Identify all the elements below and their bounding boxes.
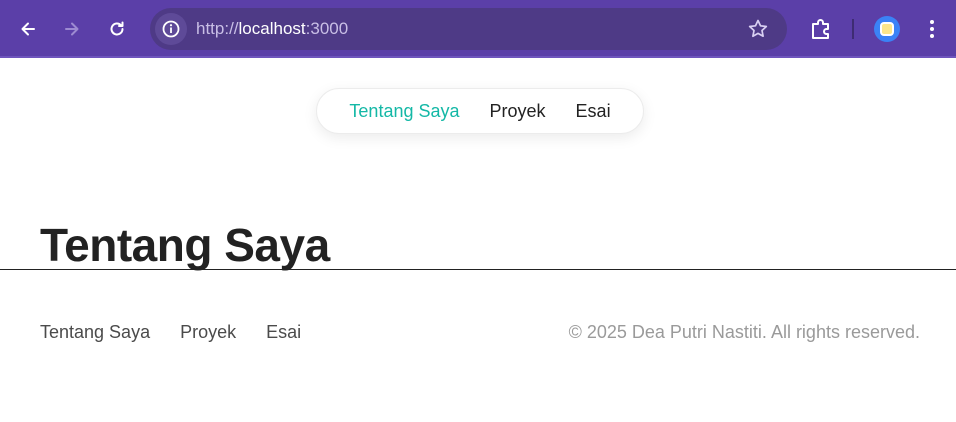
profile-avatar[interactable] <box>874 16 900 42</box>
page-viewport: Tentang Saya Proyek Esai Tentang Saya Te… <box>0 60 956 422</box>
site-info-button[interactable] <box>155 13 187 45</box>
nav-link-tentang-saya[interactable]: Tentang Saya <box>349 101 459 122</box>
url-scheme: http:// <box>196 19 239 38</box>
copyright-text: © 2025 Dea Putri Nastiti. All rights res… <box>568 322 920 342</box>
footer-link-esai[interactable]: Esai <box>266 322 301 343</box>
url-port: :3000 <box>305 19 349 38</box>
forward-button[interactable] <box>56 13 88 45</box>
top-nav: Tentang Saya Proyek Esai <box>316 88 644 134</box>
arrow-right-icon <box>65 22 79 36</box>
info-icon <box>162 20 180 38</box>
address-bar[interactable]: http://localhost:3000 <box>150 8 787 50</box>
footer-nav: Tentang Saya Proyek Esai <box>40 322 301 343</box>
nav-link-esai[interactable]: Esai <box>576 101 611 122</box>
divider <box>0 269 956 270</box>
footer-link-proyek[interactable]: Proyek <box>180 322 236 343</box>
arrow-left-icon <box>21 22 35 36</box>
page-title: Tentang Saya <box>40 219 330 271</box>
kebab-menu-icon[interactable] <box>922 16 942 42</box>
browser-toolbar: http://localhost:3000 <box>0 0 956 58</box>
toolbar-divider <box>852 19 854 39</box>
reload-icon <box>110 21 124 36</box>
footer-link-tentang-saya[interactable]: Tentang Saya <box>40 322 150 343</box>
star-icon[interactable] <box>747 18 769 40</box>
puzzle-icon[interactable] <box>808 16 834 42</box>
back-button[interactable] <box>12 13 44 45</box>
url-text[interactable]: http://localhost:3000 <box>196 19 348 39</box>
url-host: localhost <box>238 19 306 38</box>
reload-button[interactable] <box>101 13 133 45</box>
nav-link-proyek[interactable]: Proyek <box>490 101 546 122</box>
avatar-image <box>880 22 894 36</box>
